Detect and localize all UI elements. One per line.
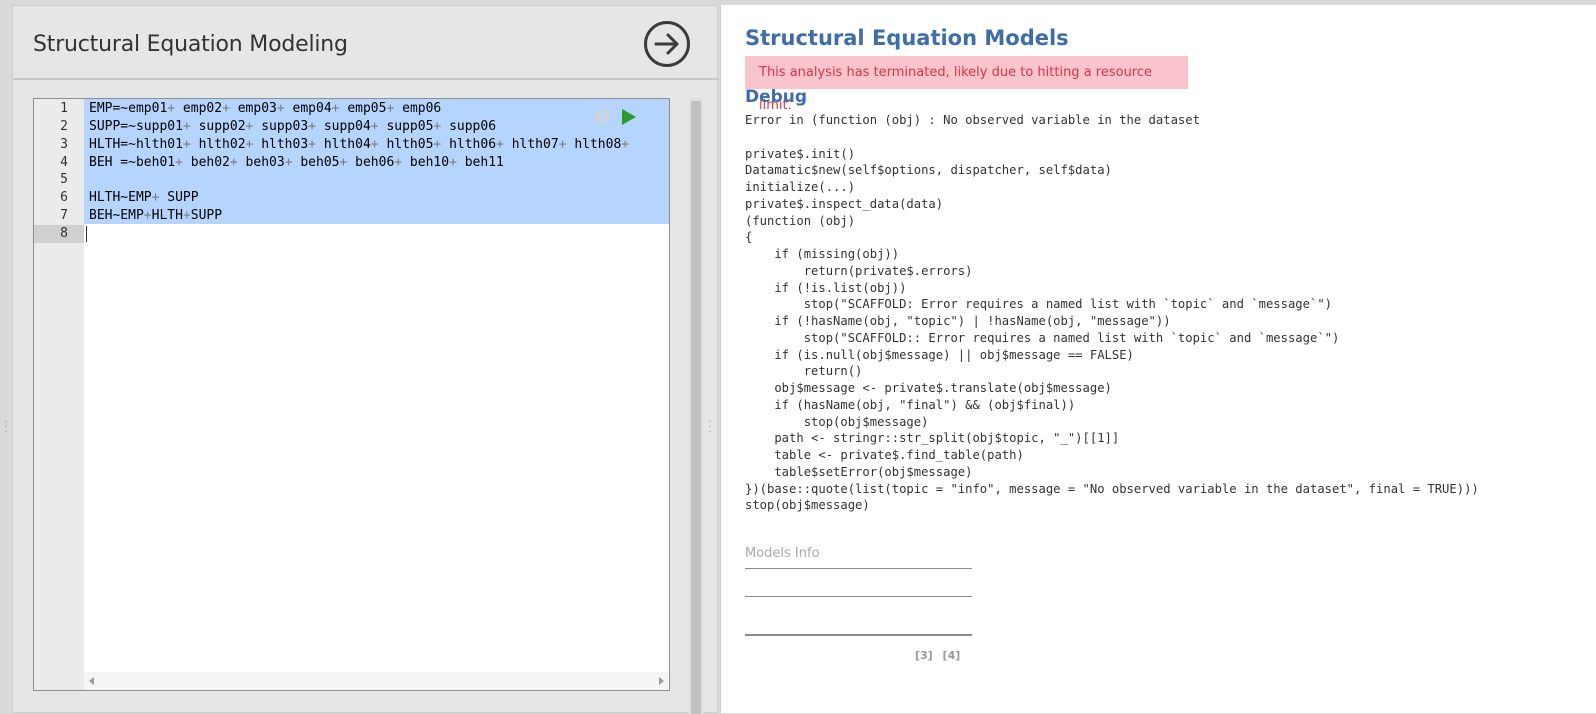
pane-splitter-handle[interactable]: · · · — [706, 418, 714, 440]
code-line[interactable]: HLTH~EMP+ SUPP — [89, 189, 669, 207]
table-top-rule — [745, 568, 972, 569]
next-arrow-button[interactable] — [644, 21, 690, 67]
line-number: 3 — [60, 137, 68, 152]
operator-token: + — [496, 137, 504, 152]
operator-token: + — [394, 155, 403, 170]
code-token: SUPP — [159, 190, 199, 205]
play-icon[interactable] — [620, 107, 638, 127]
code-line[interactable]: BEH~EMP+HLTH+SUPP — [89, 207, 669, 225]
code-token: beh11 — [456, 155, 504, 170]
line-number: 8 — [60, 226, 68, 241]
code-token: HLTH — [151, 208, 183, 223]
code-line[interactable]: HLTH=~hlth01+ hlth02+ hlth03+ hlth04+ hl… — [89, 136, 669, 154]
operator-token: + — [449, 155, 457, 170]
operator-token: + — [222, 101, 230, 116]
code-token: emp03 — [229, 101, 277, 116]
code-token: supp03 — [253, 119, 309, 134]
table-footnotes: [3] [4] — [915, 649, 961, 662]
code-token: hlth08 — [566, 137, 622, 152]
line-number: 1 — [60, 101, 68, 116]
horizontal-scrollbar[interactable] — [84, 672, 669, 690]
title-divider — [13, 78, 719, 80]
operator-token: + — [182, 208, 191, 223]
operator-token: + — [621, 137, 630, 152]
code-token: emp04 — [284, 101, 332, 116]
code-token: hlth02 — [190, 137, 246, 152]
operator-token: + — [370, 119, 379, 134]
vertical-scrollbar-thumb[interactable] — [691, 101, 701, 714]
panel-title: Structural Equation Modeling — [33, 32, 348, 57]
operator-token: + — [143, 208, 152, 223]
code-area[interactable]: EMP=~emp01+ emp02+ emp03+ emp04+ emp05+ … — [84, 99, 669, 672]
table-header-rule — [745, 596, 972, 597]
code-token: emp06 — [394, 101, 442, 116]
code-token: hlth03 — [253, 137, 309, 152]
code-token: supp04 — [316, 119, 371, 134]
left-splitter-handle[interactable]: · · · — [2, 418, 10, 440]
code-token: BEH =~beh01 — [89, 155, 176, 170]
code-token: supp02 — [190, 119, 246, 134]
code-token: hlth05 — [378, 137, 434, 152]
code-token: SUPP — [190, 208, 223, 223]
operator-token: + — [331, 101, 340, 116]
code-token: hlth04 — [316, 137, 371, 152]
operator-token: + — [308, 119, 316, 134]
debug-output: Error in (function (obj) : No observed v… — [745, 113, 1479, 513]
code-token: hlth06 — [441, 137, 497, 152]
operator-token: + — [276, 101, 285, 116]
code-token: beh05 — [292, 155, 340, 170]
operator-token: + — [175, 155, 183, 170]
debug-heading: Debug — [745, 87, 808, 107]
code-line[interactable]: BEH =~beh01+ beh02+ beh03+ beh05+ beh06+… — [89, 154, 669, 172]
text-cursor — [86, 226, 87, 242]
gear-icon[interactable] — [592, 107, 612, 127]
scroll-right-icon[interactable] — [657, 676, 665, 686]
code-token: EMP=~emp01 — [89, 101, 168, 116]
line-number: 6 — [60, 190, 68, 205]
code-line[interactable] — [89, 225, 669, 243]
code-token: emp02 — [175, 101, 223, 116]
code-token: beh06 — [347, 155, 395, 170]
line-number: 7 — [60, 208, 68, 223]
code-token: beh02 — [182, 155, 230, 170]
scroll-left-icon[interactable] — [88, 676, 96, 686]
analysis-options-panel: Structural Equation Modeling 1 2 3 4 5 6 7 8 EM… — [12, 5, 719, 714]
code-token: HLTH~EMP — [89, 190, 152, 205]
table-bottom-rule — [745, 634, 972, 636]
line-number: 4 — [60, 155, 68, 170]
code-token: supp06 — [441, 119, 497, 134]
operator-token: + — [182, 119, 191, 134]
code-token: supp05 — [378, 119, 434, 134]
code-token: hlth07 — [503, 137, 559, 152]
operator-token: + — [308, 137, 316, 152]
code-token: beh03 — [237, 155, 285, 170]
code-token: SUPP=~supp01 — [89, 119, 183, 134]
results-title: Structural Equation Models — [745, 26, 1069, 50]
code-token: beh10 — [402, 155, 450, 170]
results-panel: Structural Equation Models This analysis… — [720, 5, 1596, 713]
syntax-editor[interactable]: 12345678 EMP=~emp01+ emp02+ emp03+ emp04… — [33, 98, 670, 691]
line-number: 5 — [60, 172, 68, 187]
error-alert: This analysis has terminated, likely due… — [745, 56, 1188, 113]
operator-token: + — [370, 137, 379, 152]
code-token: emp05 — [339, 101, 387, 116]
operator-token: + — [167, 101, 176, 116]
code-line[interactable]: EMP=~emp01+ emp02+ emp03+ emp04+ emp05+ … — [89, 100, 669, 118]
operator-token: + — [284, 155, 293, 170]
operator-token: + — [182, 137, 191, 152]
models-info-title: Models Info — [745, 546, 820, 561]
operator-token: + — [229, 155, 238, 170]
code-token: HLTH=~hlth01 — [89, 137, 183, 152]
code-token: BEH~EMP — [89, 208, 144, 223]
code-line[interactable]: SUPP=~supp01+ supp02+ supp03+ supp04+ su… — [89, 118, 669, 136]
line-number: 2 — [60, 119, 68, 134]
operator-token: + — [558, 137, 567, 152]
code-line[interactable] — [89, 171, 669, 189]
arrow-right-icon — [654, 33, 679, 55]
